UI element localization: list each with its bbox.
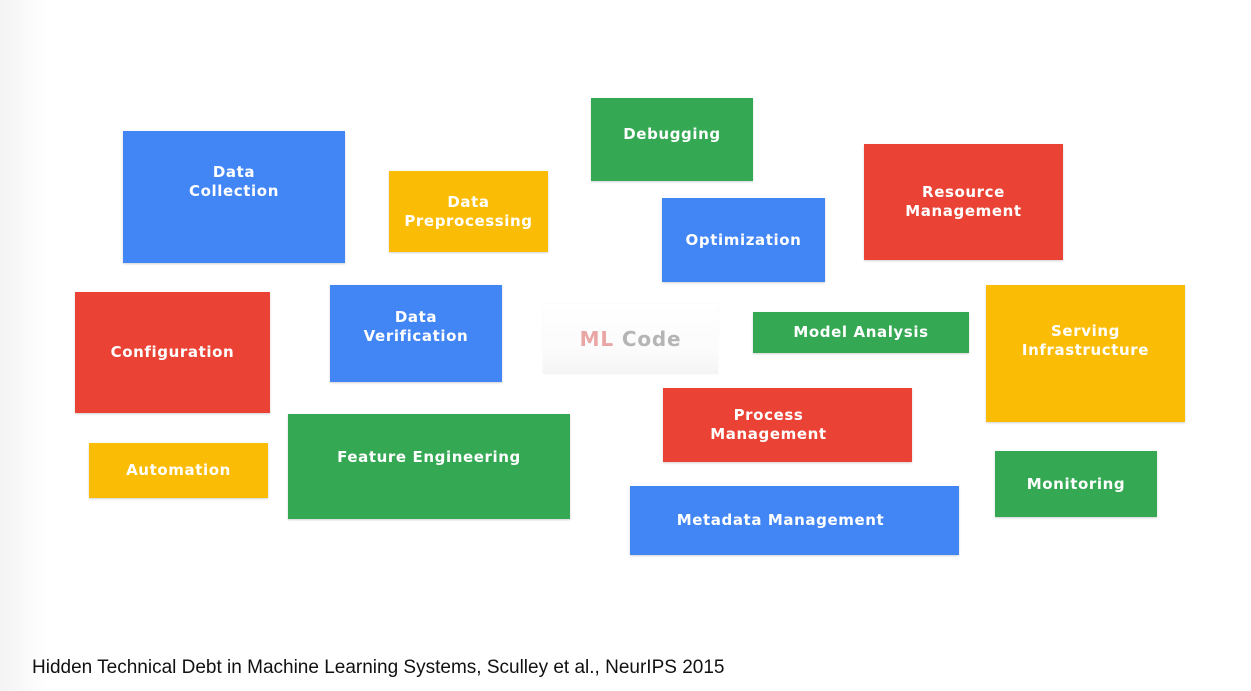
automation-label: Automation (126, 461, 231, 479)
serving-infrastructure-line-2: Infrastructure (1021, 340, 1150, 359)
source-caption: Hidden Technical Debt in Machine Learnin… (32, 657, 725, 678)
resource-management-box: Resource Management (864, 144, 1063, 260)
model-analysis-label: Model Analysis (793, 323, 929, 341)
serving-infrastructure-box: Serving Infrastructure (986, 285, 1185, 422)
configuration-box: Configuration (75, 292, 270, 413)
optimization-label: Optimization (685, 230, 802, 249)
serving-infrastructure-line-1: Serving (1051, 321, 1120, 340)
data-collection-line-2: Collection (189, 182, 279, 200)
configuration-label: Configuration (110, 343, 235, 361)
automation-box: Automation (89, 443, 268, 498)
feature-engineering-label: Feature Engineering (337, 448, 521, 466)
data-preprocessing-line-1: Data (447, 192, 490, 211)
metadata-management-box: Metadata Management (630, 486, 959, 555)
process-management-box: Process Management (663, 388, 912, 462)
data-verification-line-1: Data (394, 307, 438, 326)
debugging-label: Debugging (623, 125, 721, 143)
process-management-line-1: Process (733, 406, 804, 424)
ml-code-code-text: Code (621, 327, 682, 351)
data-verification-box: Data Verification (330, 285, 502, 382)
ml-code-box: ML Code (543, 304, 718, 374)
optimization-box: Optimization (662, 198, 825, 282)
process-management-line-2: Management (710, 425, 827, 443)
left-edge-shade (0, 0, 46, 691)
data-collection-box: Data Collection (123, 131, 345, 263)
data-preprocessing-box: Data Preprocessing (389, 171, 548, 252)
feature-engineering-box: Feature Engineering (288, 414, 570, 519)
model-analysis-box: Model Analysis (753, 312, 969, 353)
debugging-box: Debugging (591, 98, 753, 181)
resource-management-line-2: Management (905, 202, 1022, 220)
data-preprocessing-line-2: Preprocessing (404, 211, 533, 230)
resource-management-line-1: Resource (922, 183, 1005, 201)
monitoring-label: Monitoring (1026, 474, 1126, 493)
monitoring-box: Monitoring (995, 451, 1157, 517)
ml-code-ml-text: ML (579, 327, 614, 351)
data-collection-line-1: Data (212, 163, 256, 181)
metadata-management-label: Metadata Management (676, 511, 885, 529)
data-verification-line-2: Verification (363, 326, 469, 345)
